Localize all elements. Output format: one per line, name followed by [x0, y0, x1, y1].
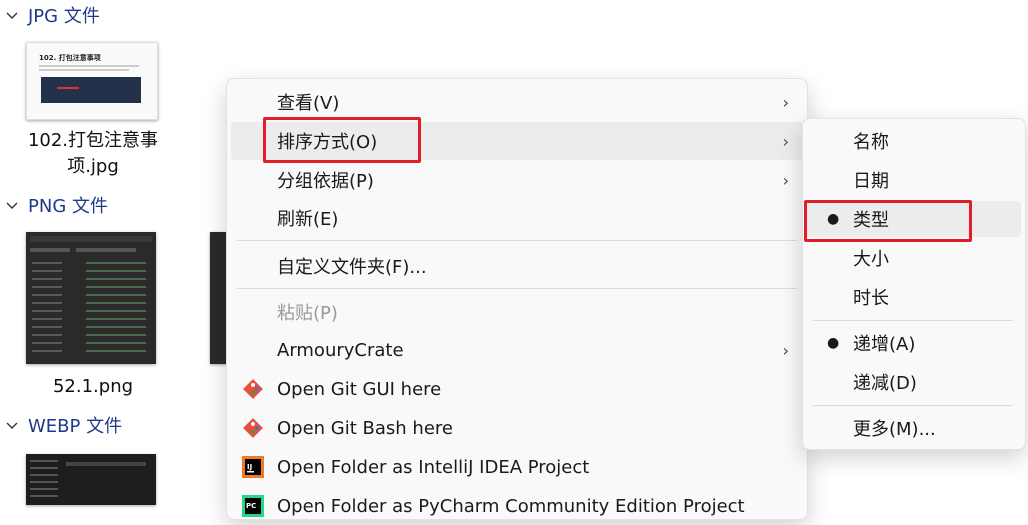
menu-item-armourycrate[interactable]: ArmouryCrate ›: [231, 331, 803, 369]
group-header-webp[interactable]: WEBP 文件: [4, 412, 122, 438]
file-name-line: 102.打包注意事: [27, 130, 159, 151]
submenu-item-label: 递增(A): [853, 334, 916, 355]
menu-item-customize-folder[interactable]: 自定义文件夹(F)...: [231, 247, 803, 285]
submenu-item-label: 递减(D): [853, 373, 917, 394]
sort-option-more[interactable]: 更多(M)...: [805, 410, 1021, 446]
group-header-label: JPG 文件: [28, 6, 100, 27]
menu-item-label: 刷新(E): [277, 209, 339, 230]
group-header-label: PNG 文件: [28, 196, 108, 217]
submenu-item-label: 时长: [853, 288, 889, 309]
file-name-jpg[interactable]: 102.打包注意事 项.jpg: [18, 128, 168, 180]
chevron-right-icon: ›: [782, 92, 789, 112]
group-header-png[interactable]: PNG 文件: [4, 192, 108, 218]
menu-item-label: 粘贴(P): [277, 303, 338, 324]
highlight-box: [804, 200, 972, 242]
menu-item-refresh[interactable]: 刷新(E): [231, 199, 803, 237]
menu-item-paste: 粘贴(P): [231, 293, 803, 331]
sort-option-duration[interactable]: 时长: [805, 279, 1021, 315]
chevron-down-icon: [6, 202, 18, 209]
thumbnail-title: 102. 打包注意事项: [39, 54, 101, 62]
menu-item-open-pycharm[interactable]: PC Open Folder as PyCharm Community Edit…: [231, 487, 803, 525]
sort-option-size[interactable]: 大小: [805, 240, 1021, 276]
file-thumbnail-jpg[interactable]: 102. 打包注意事项: [26, 42, 158, 120]
submenu-item-label: 日期: [853, 171, 889, 192]
bullet-icon: ●: [827, 335, 840, 351]
chevron-right-icon: ›: [782, 131, 789, 151]
svg-text:PC: PC: [246, 502, 256, 510]
file-name-png[interactable]: 52.1.png: [18, 374, 168, 400]
file-thumbnail-webp[interactable]: [26, 454, 156, 505]
sort-option-ascending[interactable]: ● 递增(A): [805, 325, 1021, 361]
group-header-jpg[interactable]: JPG 文件: [4, 2, 100, 28]
chevron-right-icon: ›: [782, 340, 789, 360]
menu-item-label: ArmouryCrate: [277, 339, 404, 361]
sort-option-name[interactable]: 名称: [805, 123, 1021, 159]
menu-divider: [813, 405, 1013, 406]
menu-item-view[interactable]: 查看(V) ›: [231, 83, 803, 121]
chevron-down-icon: [6, 12, 18, 19]
menu-divider: [237, 240, 797, 241]
pycharm-icon: PC: [242, 495, 264, 517]
git-icon: [243, 379, 263, 399]
file-thumbnail-png[interactable]: [26, 232, 156, 364]
git-icon: [243, 418, 263, 438]
menu-item-label: 自定义文件夹(F)...: [277, 257, 427, 278]
submenu-item-label: 大小: [853, 249, 889, 270]
chevron-right-icon: ›: [782, 170, 789, 190]
menu-divider: [237, 288, 797, 289]
menu-item-open-intellij[interactable]: IJ Open Folder as IntelliJ IDEA Project: [231, 448, 803, 486]
file-name-line: 项.jpg: [67, 156, 119, 177]
chevron-down-icon: [6, 422, 18, 429]
sort-option-descending[interactable]: 递减(D): [805, 364, 1021, 400]
intellij-icon: IJ: [242, 456, 264, 478]
sort-submenu: 名称 日期 ● 类型 大小 时长 ● 递增(A) 递减(D) 更多(M)...: [802, 118, 1026, 450]
menu-item-label: Open Folder as PyCharm Community Edition…: [277, 495, 745, 517]
menu-item-label: Open Git GUI here: [277, 378, 442, 400]
highlight-box: [263, 117, 421, 163]
menu-item-label: Open Git Bash here: [277, 417, 453, 439]
group-header-label: WEBP 文件: [28, 416, 123, 437]
menu-item-open-git-gui[interactable]: Open Git GUI here: [231, 370, 803, 408]
menu-item-label: Open Folder as IntelliJ IDEA Project: [277, 456, 590, 478]
submenu-item-label: 名称: [853, 132, 889, 153]
sort-option-date[interactable]: 日期: [805, 162, 1021, 198]
menu-item-label: 分组依据(P): [277, 171, 374, 192]
svg-text:IJ: IJ: [247, 463, 252, 471]
menu-divider: [813, 320, 1013, 321]
menu-item-label: 查看(V): [277, 93, 340, 114]
menu-item-group-by[interactable]: 分组依据(P) ›: [231, 161, 803, 199]
submenu-item-label: 更多(M)...: [853, 419, 936, 440]
menu-item-open-git-bash[interactable]: Open Git Bash here: [231, 409, 803, 447]
